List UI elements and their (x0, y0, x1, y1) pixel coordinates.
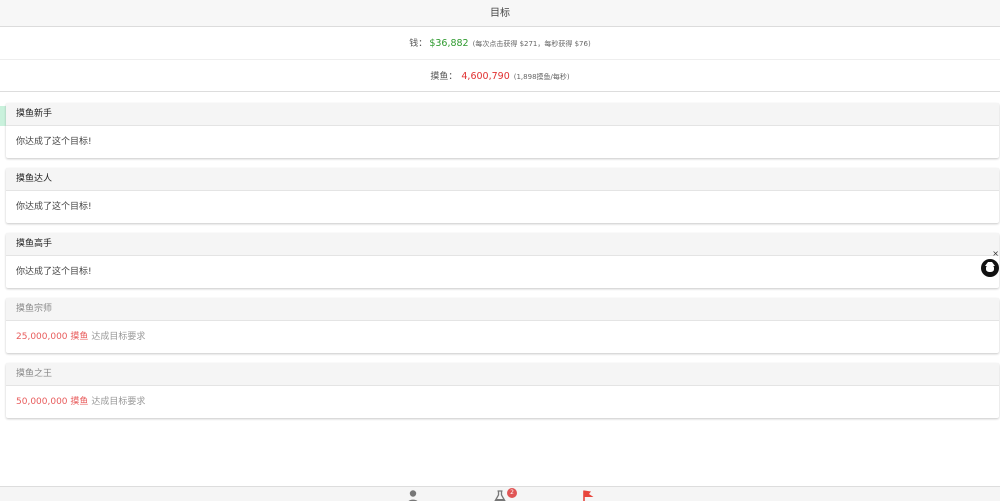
goal-card: 摸鱼高手 你达成了这个目标! (6, 233, 999, 288)
notification-badge: 2 (507, 488, 517, 498)
page-header: 目标 (0, 0, 1000, 27)
nav-flag-button[interactable] (578, 488, 598, 501)
requirement-text: 达成目标要求 (91, 397, 146, 407)
person-icon (408, 490, 418, 501)
goal-status: 你达成了这个目标! (16, 202, 92, 212)
flag-icon (583, 490, 594, 501)
requirement-text: 达成目标要求 (91, 332, 146, 342)
requirement-unit: 摸鱼 (70, 397, 89, 407)
nav-flask-button[interactable]: 2 (490, 488, 517, 501)
goal-card: 摸鱼达人 你达成了这个目标! (6, 168, 999, 223)
fish-stat: 摸鱼： 4,600,790 (1,898摸鱼/每秒) (0, 60, 1000, 92)
goal-requirement: 25,000,000 摸鱼 达成目标要求 (6, 321, 999, 353)
goal-list: 摸鱼新手 你达成了这个目标! 摸鱼达人 你达成了这个目标! 摸鱼高手 你达成了这… (6, 103, 999, 428)
fish-label: 摸鱼： (430, 72, 458, 82)
goal-title: 摸鱼新手 (6, 103, 999, 126)
goal-card: 摸鱼之王 50,000,000 摸鱼 达成目标要求 (6, 363, 999, 418)
close-icon[interactable]: × (992, 250, 999, 258)
nav-person-button[interactable] (403, 488, 423, 501)
side-widget: × (980, 250, 1000, 280)
page-title: 目标 (490, 8, 510, 19)
goal-title: 摸鱼之王 (6, 363, 999, 386)
requirement-amount: 50,000,000 (16, 397, 68, 407)
goal-title: 摸鱼宗师 (6, 298, 999, 321)
goal-card: 摸鱼宗师 25,000,000 摸鱼 达成目标要求 (6, 298, 999, 353)
goal-status: 你达成了这个目标! (16, 267, 92, 277)
money-stat: 钱： $36,882 (每次点击获得 $271，每秒获得 $76) (0, 27, 1000, 60)
requirement-unit: 摸鱼 (70, 332, 89, 342)
goal-title: 摸鱼达人 (6, 168, 999, 191)
bottom-nav: 2 (0, 486, 1000, 501)
fish-value: 4,600,790 (461, 71, 510, 82)
requirement-amount: 25,000,000 (16, 332, 68, 342)
goal-requirement: 50,000,000 摸鱼 达成目标要求 (6, 386, 999, 418)
fish-hint: (1,898摸鱼/每秒) (513, 73, 570, 81)
goal-title: 摸鱼高手 (6, 233, 999, 256)
github-cat-icon[interactable] (981, 259, 999, 277)
goal-status: 你达成了这个目标! (16, 137, 92, 147)
money-hint: (每次点击获得 $271，每秒获得 $76) (472, 40, 591, 48)
goal-card: 摸鱼新手 你达成了这个目标! (6, 103, 999, 158)
money-label: 钱： (409, 39, 428, 49)
money-value: $36,882 (429, 38, 469, 49)
